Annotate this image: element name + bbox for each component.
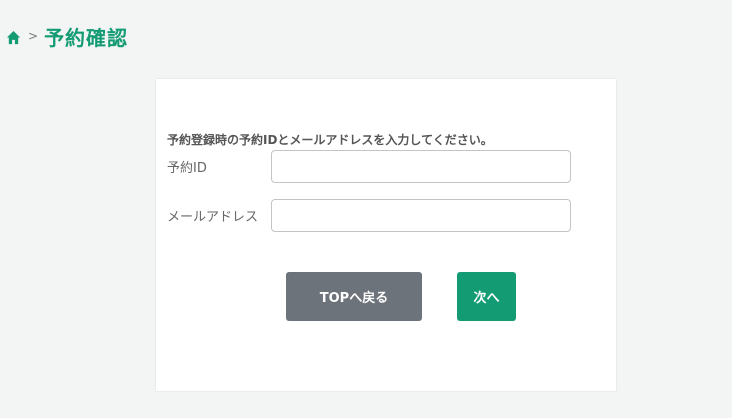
form-instruction: 予約登録時の予約IDとメールアドレスを入力してください。 bbox=[167, 133, 493, 147]
email-input[interactable] bbox=[271, 199, 571, 232]
reservation-id-label: 予約ID bbox=[167, 161, 207, 176]
page-title: 予約確認 bbox=[44, 25, 129, 50]
home-icon[interactable] bbox=[6, 30, 21, 45]
breadcrumb: > 予約確認 bbox=[6, 22, 128, 50]
reservation-form-card: 予約登録時の予約IDとメールアドレスを入力してください。 予約ID メールアドレ… bbox=[156, 79, 616, 391]
reservation-id-input[interactable] bbox=[271, 150, 571, 183]
next-button[interactable]: 次へ bbox=[457, 272, 516, 321]
breadcrumb-separator: > bbox=[28, 29, 39, 43]
email-label: メールアドレス bbox=[167, 210, 259, 225]
back-to-top-button[interactable]: TOPへ戻る bbox=[286, 272, 422, 321]
